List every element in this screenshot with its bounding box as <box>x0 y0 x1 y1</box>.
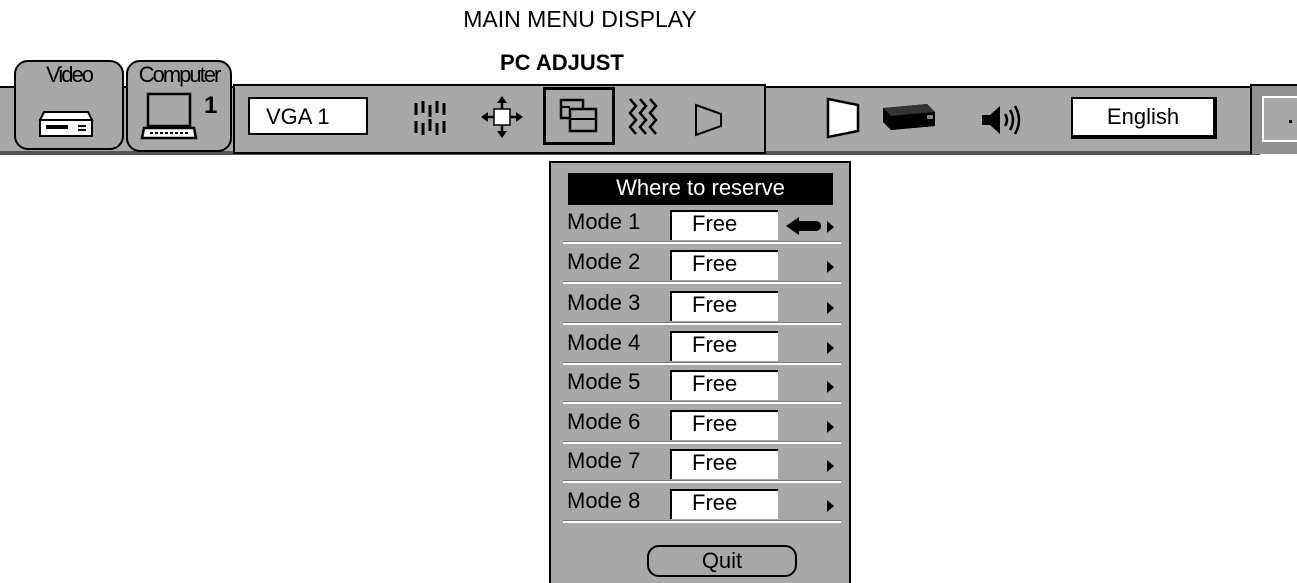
mode-value: Free <box>670 449 778 479</box>
mode-value: Free <box>670 489 778 519</box>
position-button[interactable] <box>478 93 526 141</box>
mode-value: Free <box>670 410 778 440</box>
tab-video[interactable]: Video <box>14 60 124 150</box>
pc-adjust-icon <box>559 98 598 133</box>
image-level-icon <box>628 98 658 135</box>
tab-computer[interactable]: Computer 1 <box>126 60 232 152</box>
pc-adjust-button[interactable] <box>543 87 615 145</box>
mode-row[interactable]: Mode 4 Free <box>563 327 841 365</box>
volume-icon <box>982 105 1021 135</box>
tab-computer-label: Computer <box>138 62 222 87</box>
arrow-right-icon[interactable] <box>827 460 834 472</box>
row-divider <box>563 241 841 244</box>
menu-bar-right-dot <box>1289 120 1292 123</box>
screen-icon <box>695 103 722 137</box>
screen-mode-button[interactable] <box>819 92 869 144</box>
mode-row[interactable]: Mode 2 Free <box>563 246 841 284</box>
volume-button[interactable] <box>974 98 1030 142</box>
arrow-right-icon[interactable] <box>827 221 834 233</box>
mode-label: Mode 1 <box>567 209 641 234</box>
fine-sync-button[interactable] <box>407 94 455 142</box>
row-divider <box>563 362 841 365</box>
row-divider <box>563 322 841 325</box>
mode-label: Mode 8 <box>567 488 641 513</box>
screen-button[interactable] <box>686 96 734 144</box>
row-divider <box>563 520 841 523</box>
mode-label: Mode 2 <box>567 249 641 274</box>
vcr-icon <box>38 111 94 137</box>
position-icon <box>481 96 523 138</box>
mode-label: Mode 4 <box>567 330 641 355</box>
arrow-right-icon[interactable] <box>827 302 834 314</box>
arrow-right-icon[interactable] <box>827 342 834 354</box>
mode-label: Mode 5 <box>567 369 641 394</box>
page-title: MAIN MENU DISPLAY <box>463 6 697 32</box>
mode-row[interactable]: Mode 3 Free <box>563 287 841 325</box>
screen-icon <box>826 97 860 139</box>
tab-video-label: Video <box>46 62 94 87</box>
computer-input-number: 1 <box>204 92 218 119</box>
dialog-title: Where to reserve <box>568 173 833 205</box>
arrow-right-icon[interactable] <box>827 500 834 512</box>
mode-label: Mode 7 <box>567 448 641 473</box>
mode-row[interactable]: Mode 5 Free <box>563 366 841 404</box>
mode-value: Free <box>670 210 778 240</box>
projector-icon <box>883 104 935 130</box>
fine-sync-icon <box>414 101 446 135</box>
row-divider <box>563 480 841 483</box>
mode-value: Free <box>670 370 778 400</box>
mode-value: Free <box>670 331 778 361</box>
row-divider <box>563 281 841 284</box>
projector-button[interactable] <box>876 94 940 140</box>
arrow-right-icon[interactable] <box>827 421 834 433</box>
mode-row[interactable]: Mode 1 Free <box>563 206 841 244</box>
hand-pointer-icon <box>786 217 821 235</box>
section-title: PC ADJUST <box>500 50 624 75</box>
quit-button[interactable]: Quit <box>647 545 797 577</box>
mode-label: Mode 3 <box>567 290 641 315</box>
mode-row[interactable]: Mode 6 Free <box>563 406 841 444</box>
laptop-icon <box>140 92 198 140</box>
mode-row[interactable]: Mode 7 Free <box>563 445 841 483</box>
mode-label: Mode 6 <box>567 409 641 434</box>
arrow-right-icon[interactable] <box>827 381 834 393</box>
arrow-right-icon[interactable] <box>827 261 834 273</box>
row-divider <box>563 401 841 404</box>
mode-value: Free <box>670 250 778 280</box>
row-divider <box>563 441 841 444</box>
menu-bar-right-button[interactable] <box>1262 96 1297 142</box>
mode-value: Free <box>670 291 778 321</box>
input-source-display: VGA 1 <box>248 97 368 135</box>
image-level-button[interactable] <box>620 94 668 142</box>
language-select[interactable]: English <box>1071 97 1217 139</box>
mode-row[interactable]: Mode 8 Free <box>563 485 841 523</box>
